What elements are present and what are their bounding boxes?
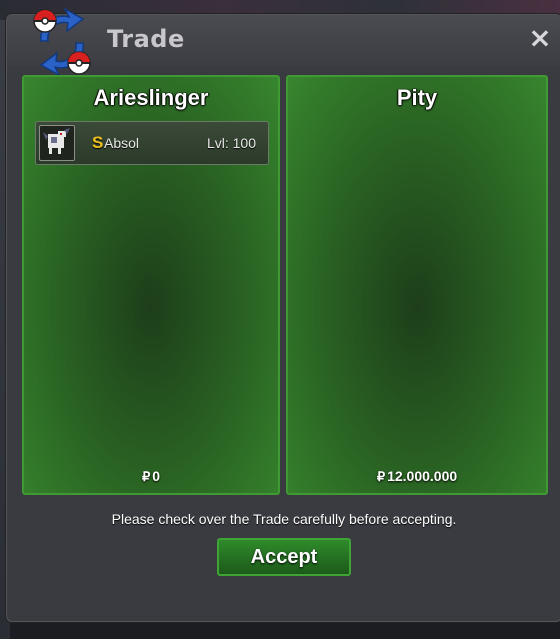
trade-pokeball-logo-icon (33, 7, 91, 77)
partner-player-name: Pity (396, 85, 438, 110)
absol-sprite-icon (39, 125, 75, 161)
currency-icon: ₽ (376, 469, 386, 484)
partner-offer-panel: Pity ₽12.000.000 (286, 75, 548, 495)
accept-button[interactable]: Accept (217, 538, 351, 576)
window-title: Trade (107, 25, 185, 53)
pokemon-name: Absol (104, 135, 140, 151)
own-offer-panel: Arieslinger S Absol Lvl: 100 ₽0 (22, 75, 280, 495)
offered-pokemon-slot[interactable]: S Absol Lvl: 100 (35, 121, 269, 165)
own-player-name: Arieslinger (93, 85, 209, 110)
close-icon[interactable]: × (527, 24, 553, 52)
pokemon-level: Lvl: 100 (206, 135, 256, 151)
currency-icon: ₽ (141, 469, 151, 484)
money-value: 12.000.000 (387, 468, 458, 484)
partner-money-offer: ₽12.000.000 (288, 468, 546, 485)
own-money-offer[interactable]: ₽0 (24, 468, 278, 485)
shiny-badge: S (92, 133, 104, 152)
trade-notice: Please check over the Trade carefully be… (111, 511, 457, 527)
trade-window: Trade × Arieslinger S Absol Lvl: 100 ₽ 0… (6, 7, 560, 622)
money-value: 0 (152, 468, 161, 484)
